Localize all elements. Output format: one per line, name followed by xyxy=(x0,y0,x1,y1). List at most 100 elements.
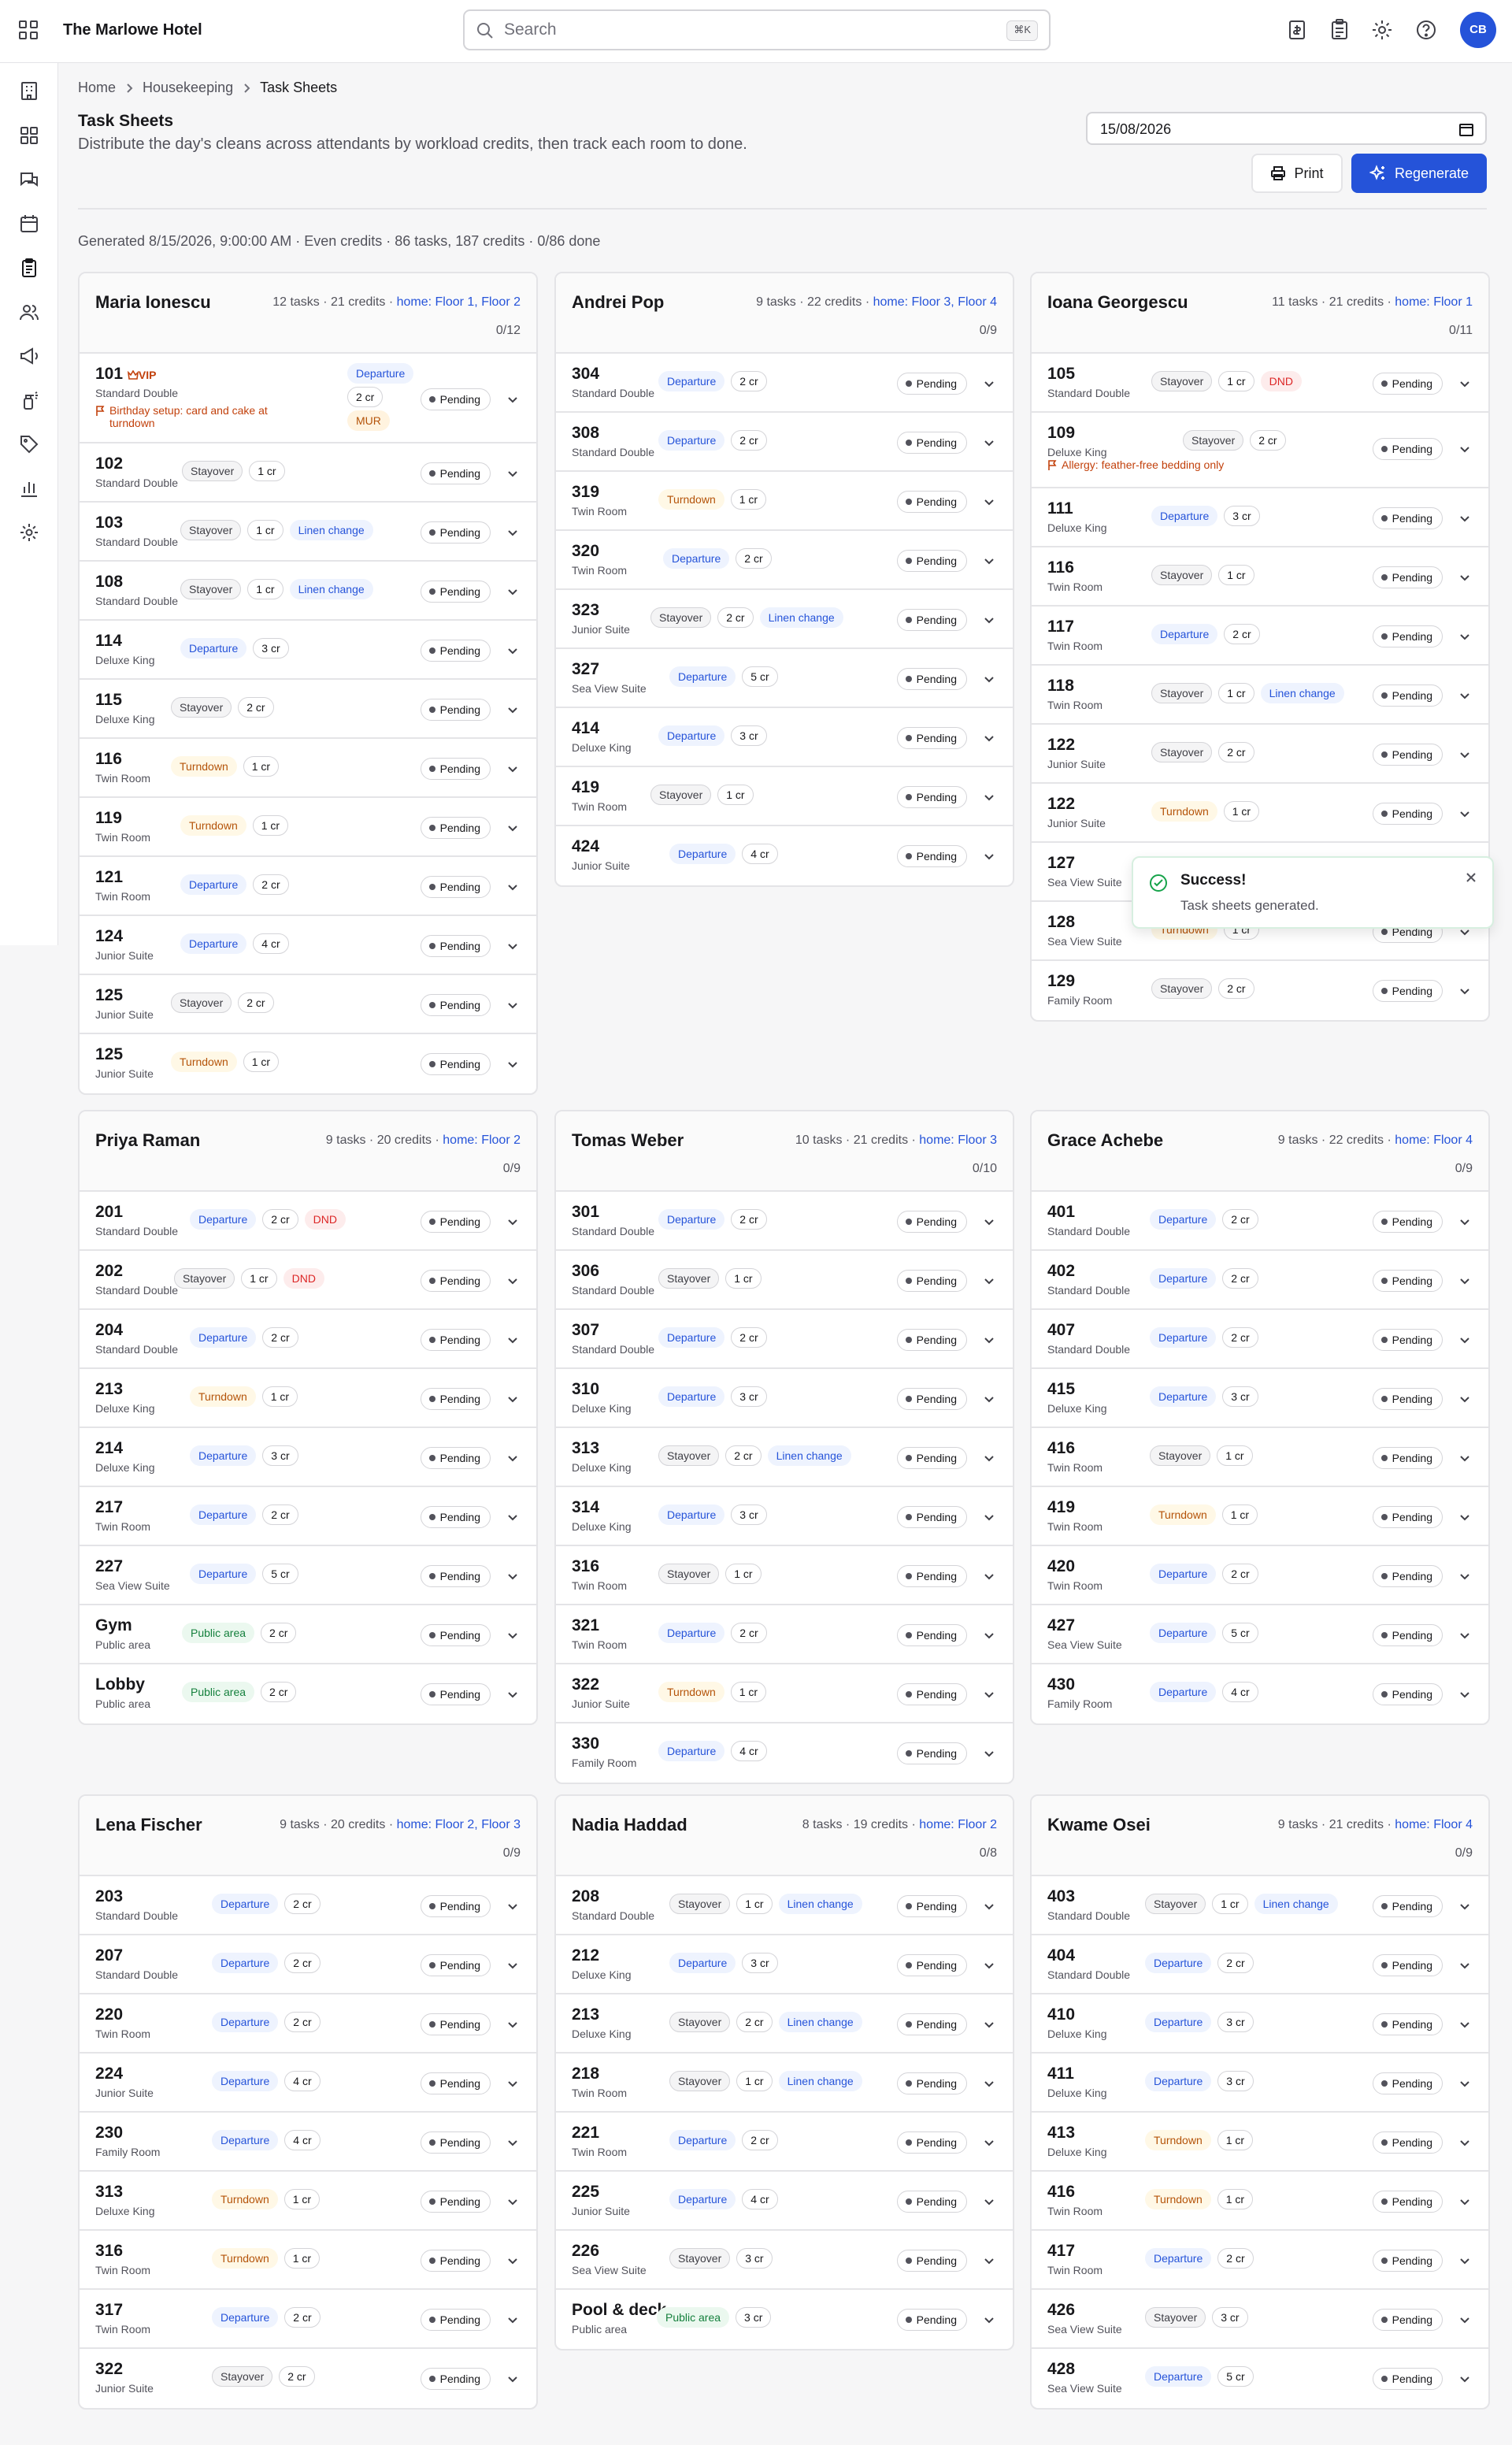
status-pill[interactable]: Pending xyxy=(896,2250,967,2272)
chevron-down-icon[interactable] xyxy=(983,1688,995,1701)
room-task-row[interactable]: 417 Twin Room Departure 2 cr Pending xyxy=(1032,2231,1488,2290)
invoice-icon[interactable] xyxy=(1284,17,1310,43)
chevron-down-icon[interactable] xyxy=(506,881,519,893)
status-pill[interactable]: Pending xyxy=(896,1329,967,1351)
status-pill[interactable]: Pending xyxy=(896,1683,967,1705)
room-task-row[interactable]: 320 Twin Room Departure 2 cr Pending xyxy=(556,531,1013,590)
status-pill[interactable]: Pending xyxy=(1372,1211,1443,1233)
room-task-row[interactable]: 101 VIP Standard Double Departure 2 cr MUR Bi… xyxy=(80,354,536,443)
status-pill[interactable]: Pending xyxy=(420,1329,491,1351)
room-task-row[interactable]: 124 Junior Suite Departure 4 cr Pending xyxy=(80,916,536,975)
chevron-down-icon[interactable] xyxy=(983,436,995,449)
chevron-down-icon[interactable] xyxy=(506,1058,519,1070)
search-input[interactable]: Search ⌘K xyxy=(463,9,1051,50)
chevron-down-icon[interactable] xyxy=(983,2136,995,2149)
status-pill[interactable]: Pending xyxy=(420,1447,491,1469)
chevron-down-icon[interactable] xyxy=(506,1900,519,1913)
chevron-down-icon[interactable] xyxy=(983,1274,995,1287)
status-pill[interactable]: Pending xyxy=(1372,980,1443,1002)
room-task-row[interactable]: 118 Twin Room Stayover 1 cr Linen change Pend… xyxy=(1032,666,1488,725)
building-icon[interactable] xyxy=(18,80,40,102)
status-pill[interactable]: Pending xyxy=(896,1565,967,1587)
chevron-down-icon[interactable] xyxy=(983,673,995,685)
chevron-down-icon[interactable] xyxy=(1458,377,1471,390)
status-pill[interactable]: Pending xyxy=(896,1506,967,1528)
room-task-row[interactable]: 103 Standard Double Stayover 1 cr Linen chan… xyxy=(80,503,536,562)
chevron-down-icon[interactable] xyxy=(983,732,995,744)
status-pill[interactable]: Pending xyxy=(896,1742,967,1764)
megaphone-icon[interactable] xyxy=(18,345,40,367)
chevron-down-icon[interactable] xyxy=(1458,689,1471,702)
clipboard-list-icon[interactable] xyxy=(18,257,40,279)
apps-grid-icon[interactable] xyxy=(17,19,39,41)
chevron-down-icon[interactable] xyxy=(983,1570,995,1582)
settings-icon[interactable] xyxy=(18,521,40,544)
room-task-row[interactable]: 116 Twin Room Turndown 1 cr Pending xyxy=(80,739,536,798)
room-task-row[interactable]: 214 Deluxe King Departure 3 cr Pending xyxy=(80,1428,536,1487)
status-pill[interactable]: Pending xyxy=(1372,2013,1443,2035)
status-pill[interactable]: Pending xyxy=(420,1211,491,1233)
room-task-row[interactable]: 122 Junior Suite Turndown 1 cr Pending xyxy=(1032,784,1488,843)
room-task-row[interactable]: 218 Twin Room Stayover 1 cr Linen change Pend… xyxy=(556,2054,1013,2113)
status-pill[interactable]: Pending xyxy=(1372,1270,1443,1292)
clipboard-icon[interactable] xyxy=(1327,17,1352,43)
room-task-row[interactable]: 213 Deluxe King Stayover 2 cr Linen change Pe… xyxy=(556,1994,1013,2054)
status-pill[interactable]: Pending xyxy=(896,845,967,867)
chevron-down-icon[interactable] xyxy=(1458,1959,1471,1972)
status-pill[interactable]: Pending xyxy=(1372,1624,1443,1646)
chevron-down-icon[interactable] xyxy=(1458,807,1471,820)
room-task-row[interactable]: 330 Family Room Departure 4 cr Pending xyxy=(556,1723,1013,1783)
chevron-down-icon[interactable] xyxy=(983,555,995,567)
room-task-row[interactable]: 230 Family Room Departure 4 cr Pending xyxy=(80,2113,536,2172)
chevron-down-icon[interactable] xyxy=(983,1334,995,1346)
room-task-row[interactable]: 419 Twin Room Stayover 1 cr Pending xyxy=(556,767,1013,826)
room-task-row[interactable]: 116 Twin Room Stayover 1 cr Pending xyxy=(1032,547,1488,607)
chevron-down-icon[interactable] xyxy=(506,703,519,716)
chevron-down-icon[interactable] xyxy=(506,1452,519,1464)
status-pill[interactable]: Pending xyxy=(420,2013,491,2035)
spray-icon[interactable] xyxy=(18,389,40,411)
room-task-row[interactable]: 316 Twin Room Stayover 1 cr Pending xyxy=(556,1546,1013,1605)
user-avatar[interactable]: CB xyxy=(1460,12,1496,48)
room-task-row[interactable]: 310 Deluxe King Departure 3 cr Pending xyxy=(556,1369,1013,1428)
chevron-down-icon[interactable] xyxy=(983,850,995,863)
chevron-down-icon[interactable] xyxy=(1458,443,1471,455)
status-pill[interactable]: Pending xyxy=(1372,2368,1443,2390)
date-picker[interactable]: 15/08/2026 xyxy=(1086,112,1487,145)
status-pill[interactable]: Pending xyxy=(1372,2072,1443,2094)
chevron-down-icon[interactable] xyxy=(983,614,995,626)
chevron-down-icon[interactable] xyxy=(983,1452,995,1464)
chevron-down-icon[interactable] xyxy=(1458,2077,1471,2090)
room-task-row[interactable]: 430 Family Room Departure 4 cr Pending xyxy=(1032,1664,1488,1723)
status-pill[interactable]: Pending xyxy=(896,786,967,808)
chevron-down-icon[interactable] xyxy=(506,585,519,598)
chevron-down-icon[interactable] xyxy=(1458,1511,1471,1523)
room-task-row[interactable]: 204 Standard Double Departure 2 cr Pending xyxy=(80,1310,536,1369)
room-task-row[interactable]: 420 Twin Room Departure 2 cr Pending xyxy=(1032,1546,1488,1605)
chevron-down-icon[interactable] xyxy=(506,762,519,775)
room-task-row[interactable]: 203 Standard Double Departure 2 cr Pending xyxy=(80,1876,536,1935)
status-pill[interactable]: Pending xyxy=(420,758,491,780)
room-task-row[interactable]: 208 Standard Double Stayover 1 cr Linen chan… xyxy=(556,1876,1013,1935)
room-task-row[interactable]: 323 Junior Suite Stayover 2 cr Linen change P… xyxy=(556,590,1013,649)
status-pill[interactable]: Pending xyxy=(420,994,491,1016)
status-pill[interactable]: Pending xyxy=(1372,685,1443,707)
status-pill[interactable]: Pending xyxy=(1372,1388,1443,1410)
status-pill[interactable]: Pending xyxy=(420,1053,491,1075)
room-task-row[interactable]: Lobby Public area Public area 2 cr Pending xyxy=(80,1664,536,1723)
room-task-row[interactable]: 401 Standard Double Departure 2 cr Pending xyxy=(1032,1192,1488,1251)
status-pill[interactable]: Pending xyxy=(420,521,491,544)
room-task-row[interactable]: 402 Standard Double Departure 2 cr Pending xyxy=(1032,1251,1488,1310)
status-pill[interactable]: Pending xyxy=(1372,1447,1443,1469)
chevron-down-icon[interactable] xyxy=(506,2018,519,2031)
status-pill[interactable]: Pending xyxy=(896,609,967,631)
room-task-row[interactable]: 202 Standard Double Stayover 1 cr DND Pending xyxy=(80,1251,536,1310)
status-pill[interactable]: Pending xyxy=(896,1447,967,1469)
messages-icon[interactable] xyxy=(18,169,40,191)
room-task-row[interactable]: 327 Sea View Suite Departure 5 cr Pending xyxy=(556,649,1013,708)
status-pill[interactable]: Pending xyxy=(896,373,967,395)
status-pill[interactable]: Pending xyxy=(420,2191,491,2213)
chevron-down-icon[interactable] xyxy=(1458,2195,1471,2208)
status-pill[interactable]: Pending xyxy=(1372,2191,1443,2213)
status-pill[interactable]: Pending xyxy=(896,1954,967,1976)
